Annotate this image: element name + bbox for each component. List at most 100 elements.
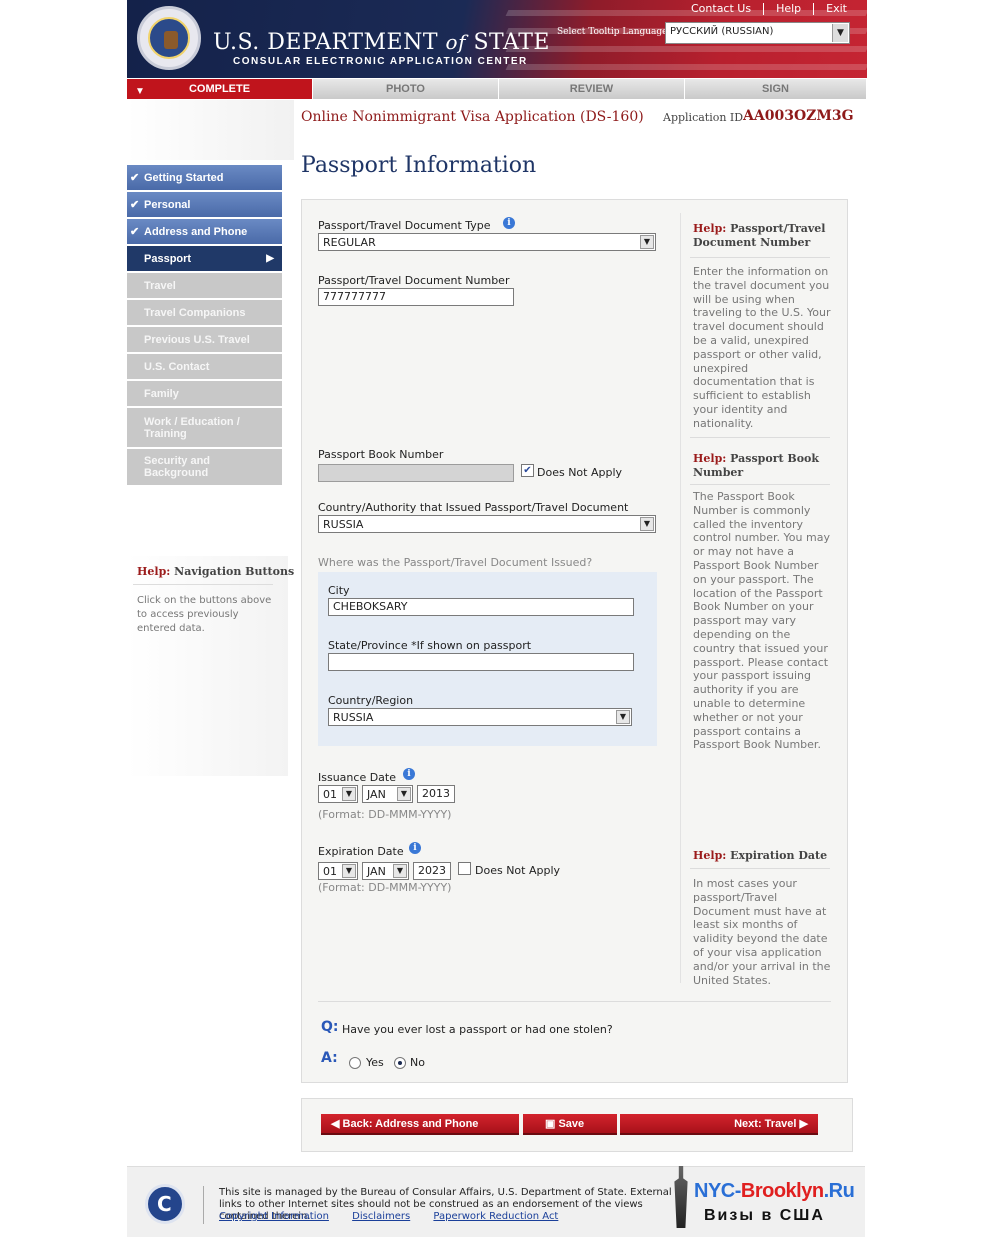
application-title: Online Nonimmigrant Visa Application (DS… [301, 109, 644, 125]
save-button[interactable]: ▣ Save [523, 1114, 617, 1135]
expiration-not-apply-label: Does Not Apply [475, 864, 561, 877]
sidebar-item-previous-us-travel: Previous U.S. Travel [127, 327, 282, 352]
check-icon: ✔ [130, 226, 140, 238]
tab-complete[interactable]: ▼ COMPLETE [127, 79, 313, 99]
info-icon[interactable]: i [403, 768, 415, 780]
doc-type-label: Passport/Travel Document Type [318, 219, 491, 232]
sidebar-item-travel-companions: Travel Companions [127, 300, 282, 325]
help-link[interactable]: Help [763, 3, 813, 15]
question-marker: Q: [321, 1019, 339, 1035]
issuance-day-select[interactable]: 01 ▼ [318, 785, 358, 803]
disclaimers-link[interactable]: Disclaimers [352, 1211, 410, 1222]
help-doc-number-text: Enter the information on the travel docu… [693, 265, 831, 430]
country-label: Country/Authority that Issued Passport/T… [318, 501, 629, 514]
check-icon: ✔ [130, 172, 140, 184]
site-header: U.S. DEPARTMENT of STATE CONSULAR ELECTR… [127, 0, 867, 78]
tab-photo[interactable]: PHOTO [313, 79, 499, 99]
sidebar-item-work-education: Work / Education / Training [127, 408, 282, 447]
region-select[interactable]: RUSSIA ▼ [328, 708, 632, 726]
doc-number-label: Passport/Travel Document Number [318, 274, 510, 287]
chevron-down-icon: ▼ [342, 787, 356, 801]
chevron-right-icon: ▶ [796, 1118, 808, 1130]
sidebar-item-personal[interactable]: ✔ Personal [127, 192, 282, 217]
lost-passport-question: Have you ever lost a passport or had one… [342, 1023, 613, 1036]
book-number-not-apply-checkbox[interactable]: ✔ [521, 464, 534, 477]
chevron-down-icon: ▼ [393, 864, 407, 878]
sidebar-item-family: Family [127, 381, 282, 406]
chevron-down-icon: ▼ [616, 710, 630, 724]
info-icon[interactable]: i [503, 217, 515, 229]
sidebar-item-getting-started[interactable]: ✔ Getting Started [127, 165, 282, 190]
expiration-year-input[interactable]: 2023 [413, 862, 451, 880]
info-icon[interactable]: i [409, 842, 421, 854]
help-book-number-text: The Passport Book Number is commonly cal… [693, 490, 830, 752]
application-id-label: Application ID [663, 111, 744, 124]
sidebar-nav: ✔ Getting Started ✔ Personal ✔ Address and … [127, 165, 282, 487]
city-input[interactable]: CHEBOKSARY [328, 598, 634, 616]
state-input[interactable] [328, 653, 634, 671]
save-icon: ▣ [545, 1118, 559, 1130]
chevron-right-icon: ▶ [266, 253, 274, 264]
issued-where-label: Where was the Passport/Travel Document I… [318, 556, 593, 569]
chevron-down-icon: ▼ [640, 517, 654, 531]
issuance-format-hint: (Format: DD-MMM-YYYY) [318, 808, 452, 821]
chevron-down-icon: ▼ [640, 235, 654, 249]
application-id: AA003OZM3G [743, 108, 854, 124]
expiration-day-select[interactable]: 01 ▼ [318, 862, 358, 880]
sidebar-item-passport[interactable]: Passport ▶ [127, 246, 282, 271]
footer-links: Copyright Information Disclaimers Paperw… [219, 1211, 578, 1222]
chevron-down-icon: ▼ [397, 787, 411, 801]
chevron-down-icon: ▼ [342, 864, 356, 878]
exit-link[interactable]: Exit [813, 3, 859, 15]
sidebar-item-address-and-phone[interactable]: ✔ Address and Phone [127, 219, 282, 244]
top-links: Contact Us Help Exit [679, 3, 859, 15]
doc-type-select[interactable]: REGULAR ▼ [318, 233, 656, 251]
book-number-not-apply-label: Does Not Apply [537, 466, 623, 479]
site-title: U.S. DEPARTMENT of STATE [213, 30, 550, 55]
contact-us-link[interactable]: Contact Us [679, 3, 763, 15]
country-select[interactable]: RUSSIA ▼ [318, 515, 656, 533]
tab-review[interactable]: REVIEW [499, 79, 685, 99]
page-title: Passport Information [301, 153, 537, 178]
site-subtitle: CONSULAR ELECTRONIC APPLICATION CENTER [233, 56, 528, 67]
triangle-down-icon: ▼ [135, 86, 145, 97]
lost-passport-no-radio[interactable] [394, 1057, 406, 1069]
department-seal-icon [137, 6, 201, 70]
help-doc-number-title: Help: Passport/Travel Document Number [693, 222, 826, 249]
tooltip-language-select[interactable]: РУССКИЙ (RUSSIAN) ▼ [665, 22, 850, 44]
help-expiration-title: Help: Expiration Date [693, 849, 828, 862]
nyc-brooklyn-watermark: NYC-Brooklyn.Ru Визы в США [660, 1162, 865, 1232]
expiration-not-apply-checkbox[interactable] [458, 862, 471, 875]
paperwork-reduction-link[interactable]: Paperwork Reduction Act [433, 1211, 558, 1222]
progress-tabs: ▼ COMPLETE PHOTO REVIEW SIGN [127, 79, 867, 99]
tooltip-language-label: Select Tooltip Language [557, 27, 668, 37]
doc-number-input[interactable]: 777777777 [318, 288, 514, 306]
sidebar-item-us-contact: U.S. Contact [127, 354, 282, 379]
issuance-month-select[interactable]: JAN ▼ [362, 785, 413, 803]
consular-affairs-seal-icon: C [145, 1184, 185, 1224]
issuance-year-input[interactable]: 2013 [417, 785, 455, 803]
back-button[interactable]: ◀ Back: Address and Phone [321, 1114, 519, 1135]
lost-passport-yes-radio[interactable] [349, 1057, 361, 1069]
issuance-date-label: Issuance Date [318, 771, 396, 784]
lost-passport-no-label: No [410, 1056, 425, 1069]
help-expiration-text: In most cases your passport/Travel Docum… [693, 877, 831, 987]
expiration-format-hint: (Format: DD-MMM-YYYY) [318, 881, 452, 894]
book-number-input[interactable] [318, 464, 514, 482]
chevron-left-icon: ◀ [331, 1118, 343, 1130]
answer-marker: A: [321, 1050, 338, 1066]
sidebar-item-travel: Travel [127, 273, 282, 298]
chevron-down-icon: ▼ [832, 24, 848, 42]
next-button[interactable]: Next: Travel ▶ [620, 1114, 818, 1135]
expiration-date-label: Expiration Date [318, 845, 404, 858]
expiration-month-select[interactable]: JAN ▼ [362, 862, 409, 880]
lost-passport-yes-label: Yes [366, 1056, 384, 1069]
city-label: City [328, 584, 350, 597]
region-label: Country/Region [328, 694, 414, 707]
state-label: State/Province *If shown on passport [328, 639, 532, 652]
copyright-link[interactable]: Copyright Information [219, 1211, 329, 1222]
check-icon: ✔ [130, 199, 140, 211]
navigation-help-title: Help: Navigation Buttons [137, 565, 295, 578]
tab-sign[interactable]: SIGN [685, 79, 867, 99]
navigation-help-text: Click on the buttons above to access pre… [137, 595, 272, 634]
